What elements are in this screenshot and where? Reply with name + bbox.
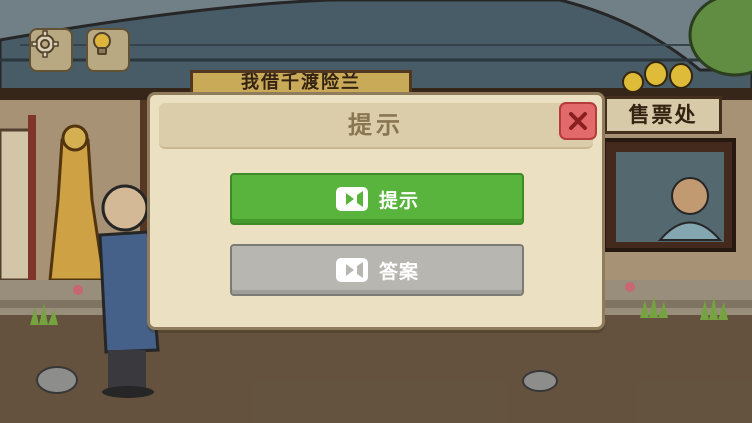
dialog-title: 提示 xyxy=(348,111,404,139)
video-camera-icon xyxy=(335,187,368,211)
close-icon xyxy=(569,112,587,130)
watch-ad-hint-button[interactable]: 提示 xyxy=(230,173,524,225)
video-camera-icon xyxy=(335,258,368,282)
hint-button-label: 提示 xyxy=(378,189,419,212)
close-button[interactable] xyxy=(559,102,597,140)
dialog-header: 提示 xyxy=(159,103,593,149)
hint-dialog: 提示 提示 答案 xyxy=(147,92,605,330)
watch-ad-answer-button[interactable]: 答案 xyxy=(230,244,524,296)
answer-button-label: 答案 xyxy=(378,260,419,283)
